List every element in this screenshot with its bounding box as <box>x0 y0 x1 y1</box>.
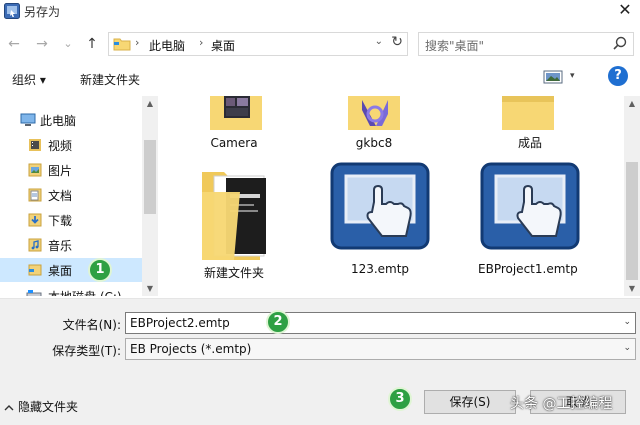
sidebar-scroll-down-button[interactable]: ▼ <box>142 284 158 293</box>
file-item-123-emtp[interactable]: 123.emtp <box>320 162 440 282</box>
save-button[interactable]: 保存(S) <box>424 390 516 414</box>
app-icon <box>4 3 20 19</box>
sidebar-item-pictures[interactable]: 图片 <box>0 158 142 182</box>
filetype-dropdown-button[interactable]: ⌄ <box>623 343 631 353</box>
filename-label: 文件名(N): <box>62 318 121 332</box>
file-name: EBProject1.emtp <box>478 262 578 276</box>
breadcrumb-this-pc[interactable]: 此电脑 <box>149 37 185 54</box>
filetype-value: EB Projects (*.emtp) <box>130 342 252 356</box>
video-folder-icon <box>29 139 41 151</box>
close-button[interactable]: ✕ <box>612 0 638 20</box>
hide-folders-toggle[interactable]: 隐藏文件夹 <box>4 398 78 415</box>
sidebar-item-downloads[interactable]: 下载 <box>0 208 142 232</box>
breadcrumb-separator: › <box>135 36 140 49</box>
sidebar-scrollbar-thumb[interactable] <box>144 140 156 214</box>
desktop-folder-icon <box>28 264 42 276</box>
sidebar-item-label: 视频 <box>48 139 73 153</box>
file-name: 123.emtp <box>350 262 410 276</box>
folder-icon <box>113 38 131 51</box>
sidebar-scroll-up-button[interactable]: ▲ <box>142 99 158 108</box>
file-name: Camera <box>210 136 258 150</box>
sidebar-item-label: 本地磁盘 (C:) <box>48 288 122 296</box>
visual-studio-folder-icon <box>348 96 400 130</box>
step-marker-1: 1 <box>88 258 112 282</box>
file-name: gkbc8 <box>355 136 393 150</box>
file-list: Camera gkbc8 成品 新建文件夹 123.emtp EBProject… <box>160 96 624 296</box>
filetype-label: 保存类型(T): <box>52 344 121 358</box>
file-name: 成品 <box>517 136 542 150</box>
recent-locations-button[interactable]: ⌄ <box>58 34 78 54</box>
file-name: 新建文件夹 <box>203 266 264 280</box>
file-item-gkbc8[interactable]: gkbc8 <box>314 96 434 154</box>
search-input[interactable]: 搜索"桌面" <box>418 32 634 56</box>
address-dropdown-button[interactable]: ⌄ <box>375 36 383 47</box>
address-bar[interactable]: › 此电脑 › 桌面 ⌄ ↻ <box>108 32 408 56</box>
sidebar-item-label: 音乐 <box>48 239 73 253</box>
breadcrumb-desktop[interactable]: 桌面 <box>211 37 235 54</box>
music-folder-icon <box>28 238 42 252</box>
sidebar-item-local-disk[interactable]: 本地磁盘 (C:) <box>0 284 142 296</box>
computer-icon <box>20 113 36 126</box>
filename-dropdown-button[interactable]: ⌄ <box>623 317 631 327</box>
file-item-new-folder[interactable]: 新建文件夹 <box>174 162 294 282</box>
sidebar-item-label: 图片 <box>48 164 73 178</box>
folder-icon <box>502 96 554 130</box>
sidebar-item-label: 此电脑 <box>40 114 77 128</box>
documents-folder-icon <box>28 188 42 202</box>
chevron-up-icon <box>4 404 14 410</box>
pictures-folder-icon <box>28 163 42 177</box>
view-options-icon[interactable] <box>543 70 563 84</box>
sidebar-item-desktop[interactable]: 桌面 <box>0 258 142 282</box>
sidebar-item-label: 文档 <box>48 189 73 203</box>
file-list-scrollbar-thumb[interactable] <box>626 162 638 280</box>
filename-value: EBProject2.emtp <box>130 316 230 330</box>
watermark: 头条 @工控编程 <box>510 396 613 412</box>
sidebar-item-this-pc[interactable]: 此电脑 <box>0 108 142 132</box>
filename-input[interactable]: EBProject2.emtp ⌄ <box>125 312 636 334</box>
file-item-products[interactable]: 成品 <box>470 96 590 154</box>
view-dropdown-button[interactable]: ▾ <box>570 71 575 81</box>
step-marker-3: 3 <box>388 387 412 411</box>
sidebar-item-music[interactable]: 音乐 <box>0 233 142 257</box>
help-icon[interactable]: ? <box>608 66 628 86</box>
search-icon <box>613 36 627 50</box>
emtp-project-icon <box>330 162 430 250</box>
navigation-pane: 此电脑 视频 图片 文档 下载 音乐 桌面 <box>0 96 158 296</box>
hide-folders-label: 隐藏文件夹 <box>18 400 79 414</box>
title-bar: 另存为 ✕ <box>0 0 640 22</box>
file-list-scroll-down-button[interactable]: ▼ <box>624 284 640 293</box>
drive-icon <box>26 290 42 296</box>
downloads-folder-icon <box>28 213 42 227</box>
window-title: 另存为 <box>24 5 61 19</box>
sidebar-item-videos[interactable]: 视频 <box>0 133 142 157</box>
breadcrumb-separator: › <box>199 36 204 49</box>
forward-button[interactable]: → <box>32 34 52 54</box>
new-folder-button[interactable]: 新建文件夹 <box>80 71 140 88</box>
emtp-project-icon <box>480 162 580 250</box>
sidebar-item-label: 桌面 <box>48 264 73 278</box>
up-button[interactable]: ↑ <box>82 34 102 54</box>
file-list-scroll-up-button[interactable]: ▲ <box>624 99 640 108</box>
step-marker-2: 2 <box>266 310 290 334</box>
file-item-ebproject1-emtp[interactable]: EBProject1.emtp <box>470 162 590 296</box>
folder-documents-icon <box>202 172 266 260</box>
sidebar-item-label: 下载 <box>48 214 73 228</box>
back-button[interactable]: ← <box>4 34 24 54</box>
search-placeholder: 搜索"桌面" <box>425 39 485 53</box>
navigation-bar: ← → ⌄ ↑ › 此电脑 › 桌面 ⌄ ↻ 搜索"桌面" <box>0 28 640 60</box>
photo-folder-icon <box>210 96 262 130</box>
organize-button[interactable]: 组织 ▾ <box>12 71 46 88</box>
filetype-select[interactable]: EB Projects (*.emtp) ⌄ <box>125 338 636 360</box>
sidebar-item-documents[interactable]: 文档 <box>0 183 142 207</box>
file-item-camera[interactable]: Camera <box>174 96 294 154</box>
refresh-button[interactable]: ↻ <box>391 34 403 50</box>
